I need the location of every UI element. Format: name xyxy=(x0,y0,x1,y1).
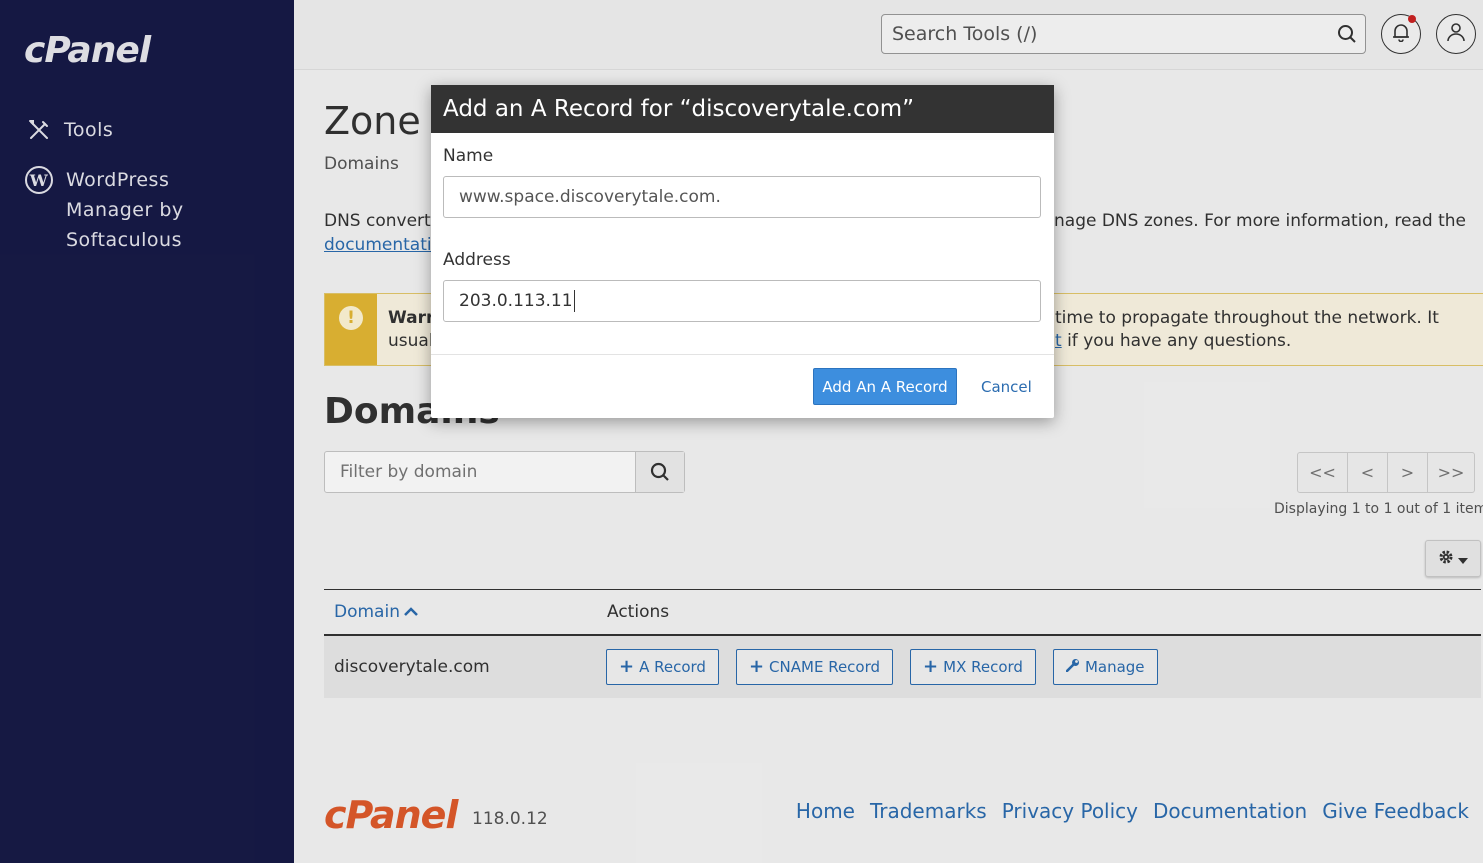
dialog-footer: Add An A Record Cancel xyxy=(431,355,1054,417)
name-label: Name xyxy=(443,146,494,166)
name-value: www.space.discoverytale.com. xyxy=(459,187,721,207)
name-input[interactable]: www.space.discoverytale.com. xyxy=(443,176,1041,218)
add-a-record-dialog: Add an A Record for “discoverytale.com” … xyxy=(431,85,1054,418)
address-label: Address xyxy=(443,250,511,270)
address-value: 203.0.113.11 xyxy=(459,291,573,311)
cancel-button[interactable]: Cancel xyxy=(981,368,1032,405)
dialog-body: Name www.space.discoverytale.com. Addres… xyxy=(431,133,1054,355)
text-caret xyxy=(573,290,575,312)
add-an-a-record-submit-button[interactable]: Add An A Record xyxy=(813,368,957,405)
dialog-title: Add an A Record for “discoverytale.com” xyxy=(431,85,1054,133)
address-input[interactable]: 203.0.113.11 xyxy=(443,280,1041,322)
